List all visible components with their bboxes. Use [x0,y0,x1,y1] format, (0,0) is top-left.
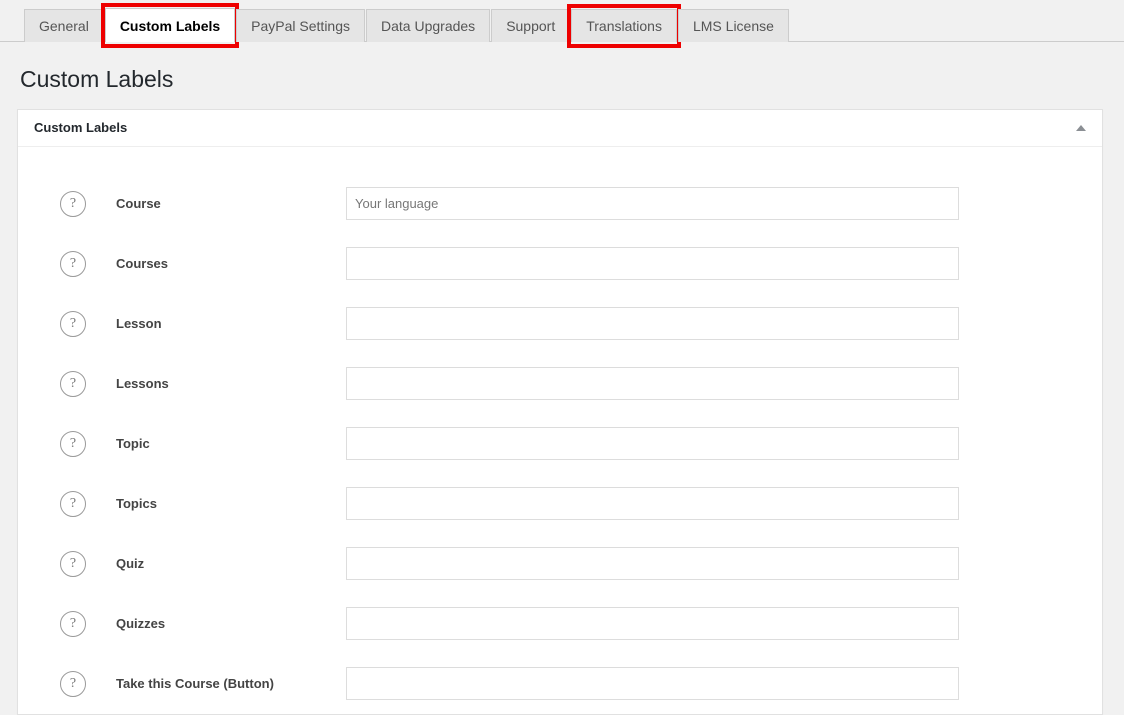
tab-data-upgrades[interactable]: Data Upgrades [366,9,491,42]
panel-header: Custom Labels [18,110,1102,147]
field-label: Quiz [116,556,145,572]
question-mark-icon[interactable]: ? [60,490,86,517]
tab-custom-labels[interactable]: Custom Labels [100,3,240,48]
form-row: ? Quizzes [18,594,1102,654]
tab-translations[interactable]: Translations [567,4,681,48]
question-mark-icon[interactable]: ? [60,250,86,277]
question-mark-icon[interactable]: ? [60,610,86,637]
tab-general[interactable]: General [24,9,104,42]
question-mark-icon[interactable]: ? [60,550,86,577]
form-row: ? Take this Course (Button) [18,654,1102,714]
form-row: ? Topic [18,414,1102,474]
form-row: ? Courses [18,234,1102,294]
field-label: Lesson [116,316,162,332]
custom-label-input[interactable] [346,307,959,341]
custom-label-input[interactable] [346,487,959,521]
question-mark-icon[interactable]: ? [60,310,86,337]
field-label: Take this Course (Button) [116,676,274,692]
form-row: ? Topics [18,474,1102,534]
question-mark-icon[interactable]: ? [60,670,86,697]
form-row: ? Course [18,174,1102,234]
question-mark-icon[interactable]: ? [60,370,86,397]
field-label: Lessons [116,376,169,392]
field-label: Topic [116,436,150,452]
question-mark-icon[interactable]: ? [60,430,86,457]
form-row: ? Quiz [18,534,1102,594]
custom-label-input[interactable] [346,667,959,701]
tab-lms-license[interactable]: LMS License [677,9,789,42]
custom-labels-panel: Custom Labels ? Course? Courses? Lesson? Les… [17,108,1103,715]
tab-support[interactable]: Support [491,9,571,42]
panel-title: Custom Labels [34,120,128,136]
chevron-up-icon[interactable] [1076,124,1086,131]
field-label: Quizzes [116,616,166,632]
settings-tab-bar: General Custom Labels PayPal Settings Data … [0,0,1124,48]
field-label: Courses [116,256,169,272]
field-label: Topics [116,496,157,512]
custom-labels-form: ? Course? Courses? Lesson? Lessons? Topic? Top… [18,147,1102,714]
tab-paypal-settings[interactable]: PayPal Settings [236,9,366,42]
custom-label-input[interactable] [346,187,959,221]
field-label: Course [116,196,161,212]
custom-label-input[interactable] [346,427,959,461]
custom-label-input[interactable] [346,247,959,281]
custom-label-input[interactable] [346,607,959,641]
form-row: ? Lesson [18,294,1102,354]
custom-label-input[interactable] [346,547,959,581]
question-mark-icon[interactable]: ? [60,190,86,217]
page-title: Custom Labels [20,66,174,92]
custom-label-input[interactable] [346,367,959,401]
form-row: ? Lessons [18,354,1102,414]
